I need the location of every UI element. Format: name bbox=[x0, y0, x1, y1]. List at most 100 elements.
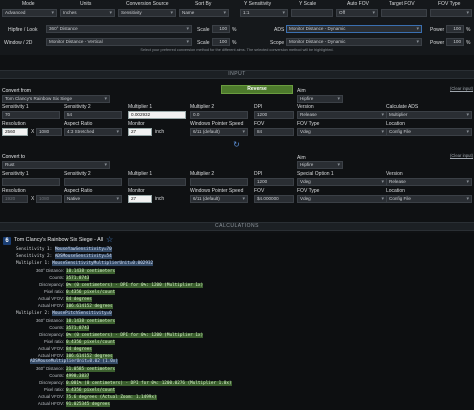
to-mult1-label: Multiplier 1 bbox=[128, 171, 153, 177]
from-mult2-label: Multiplier 2 bbox=[190, 104, 215, 110]
window-scale-label: Scale bbox=[197, 40, 210, 46]
from-aim-select[interactable]: Hipfire bbox=[297, 95, 343, 103]
from-monitor-input[interactable]: 27 bbox=[128, 128, 152, 136]
percent-sign: % bbox=[466, 27, 471, 33]
window-method-select[interactable]: Monitor Distance - Vertical bbox=[46, 38, 192, 46]
reverse-button[interactable]: Reverse bbox=[221, 85, 293, 94]
calc-mult1-value: MouseSensitivityMultiplierUnit=0.002932 bbox=[52, 261, 154, 266]
mult1-detail-row: Actual VFOV: 84 degrees bbox=[30, 296, 92, 302]
to-game-select[interactable]: Rust bbox=[2, 161, 110, 169]
ads-method-select[interactable]: Monitor Distance - Dynamic bbox=[286, 25, 422, 33]
to-monitor-label: Monitor bbox=[128, 188, 145, 194]
conversion-source-select[interactable]: Sensitivity bbox=[118, 9, 176, 17]
mult2-detail-value: 3571.8743 bbox=[66, 326, 90, 331]
to-aspect-select[interactable]: Native bbox=[64, 195, 122, 203]
from-fov-input[interactable]: 84 bbox=[254, 128, 294, 136]
to-fov-input[interactable]: $4.000000 bbox=[254, 195, 294, 203]
from-sens2-label: Sensitivity 2 bbox=[64, 104, 91, 110]
calc-mult1-label: Multiplier 1: bbox=[16, 261, 50, 266]
from-version-select[interactable]: Release bbox=[297, 111, 387, 119]
to-dpi-label: DPI bbox=[254, 171, 263, 177]
calculations-panel: 6 Tom Clancy's Rainbow Six Siege - All ☆… bbox=[0, 233, 474, 410]
mult1-detail-row: Counts: 3571.8743 bbox=[30, 275, 90, 281]
from-aspect-label: Aspect Ratio bbox=[64, 121, 93, 127]
scope-power-input[interactable]: 100 bbox=[446, 38, 464, 46]
input-section-header: INPUT bbox=[0, 70, 474, 79]
scope-method-select[interactable]: Monitor Distance - Dynamic bbox=[286, 38, 422, 46]
mult1-detail-label: Discrepancy: bbox=[39, 282, 64, 287]
auto-fov-header: Auto FOV bbox=[347, 1, 369, 7]
from-calcads-select[interactable]: Multiplier bbox=[386, 111, 472, 119]
hipfire-method-select[interactable]: 360° Distance bbox=[46, 25, 192, 33]
from-res-width-input[interactable]: 2560 bbox=[2, 128, 28, 136]
ads-detail-value: 75.6 degrees (Actual Zoom: 1.1499x) bbox=[66, 395, 157, 400]
calculations-section-header: CALCULATIONS bbox=[0, 222, 474, 231]
to-version-label: Version bbox=[386, 171, 403, 177]
ads-detail-row: Actual HFOV: 91.025345 degrees bbox=[30, 401, 110, 407]
game-logo-icon: 6 bbox=[3, 237, 11, 245]
clear-output-link[interactable]: (Clear input) bbox=[450, 153, 473, 158]
mult1-detail-value: 84 degrees bbox=[66, 297, 92, 302]
mult2-detail-value: 0.4356 pixels/count bbox=[66, 340, 116, 345]
to-location-select[interactable]: Config File bbox=[386, 195, 472, 203]
from-dpi-input[interactable]: 1200 bbox=[254, 111, 294, 119]
hipfire-label: Hipfire / Look bbox=[8, 27, 38, 33]
from-sens2-input[interactable]: 54 bbox=[64, 111, 122, 119]
to-wps-select[interactable]: 6/11 (default) bbox=[190, 195, 248, 203]
from-wps-label: Windows Pointer Speed bbox=[190, 121, 244, 127]
convert-to-heading: Convert to bbox=[2, 154, 26, 160]
fov-type-header: FOV Type bbox=[438, 1, 461, 7]
fov-type-select[interactable] bbox=[430, 9, 472, 17]
swap-icon[interactable]: ↻ bbox=[232, 140, 241, 149]
from-mult2-input[interactable]: 0.0 bbox=[190, 111, 248, 119]
auto-fov-select[interactable]: Off bbox=[336, 9, 378, 17]
to-special-select[interactable]: Vdeg bbox=[297, 178, 387, 186]
to-monitor-unit: inch bbox=[155, 196, 165, 202]
conversion-source-header: Conversion Source bbox=[126, 1, 169, 7]
ads-power-input[interactable]: 100 bbox=[446, 25, 464, 33]
to-res-width-input[interactable]: 1920 bbox=[2, 195, 28, 203]
from-mult1-input[interactable]: 0.002932 bbox=[128, 111, 186, 119]
from-location-select[interactable]: Config File bbox=[386, 128, 472, 136]
mult1-detail-row: Actual HFOV: 106.614152 degrees bbox=[30, 303, 113, 309]
to-sens1-label: Sensitivity 1 bbox=[2, 171, 29, 177]
clear-input-link[interactable]: (Clear input) bbox=[450, 86, 473, 91]
mult2-detail-label: Counts: bbox=[49, 325, 64, 330]
window-scale-input[interactable]: 100 bbox=[212, 38, 230, 46]
y-scale-header: Y Scale bbox=[299, 1, 317, 7]
favorite-star-icon[interactable]: ☆ bbox=[106, 235, 113, 244]
mult1-detail-label: Actual VFOV: bbox=[38, 296, 64, 301]
mult1-detail-label: Actual HFOV: bbox=[37, 303, 64, 308]
y-sensitivity-select[interactable]: 1:1 bbox=[240, 9, 288, 17]
mult1-detail-label: Counts: bbox=[49, 275, 64, 280]
to-fovtype-label: FOV Type bbox=[297, 188, 320, 194]
to-aim-select[interactable]: Hipfire bbox=[297, 161, 343, 169]
to-monitor-input[interactable]: 27 bbox=[128, 195, 152, 203]
from-wps-select[interactable]: 6/11 (default) bbox=[190, 128, 248, 136]
from-sens1-input[interactable]: 70 bbox=[2, 111, 60, 119]
mode-select[interactable]: Advanced bbox=[2, 9, 57, 17]
calc-sens1-value: MouseYawSensitivity=70 bbox=[54, 247, 112, 252]
to-res-height-input[interactable]: 1080 bbox=[36, 195, 62, 203]
calc-game-title: Tom Clancy's Rainbow Six Siege - All bbox=[14, 237, 104, 243]
from-res-label: Resolution bbox=[2, 121, 26, 127]
percent-sign: % bbox=[232, 27, 237, 33]
from-res-height-input[interactable]: 1080 bbox=[36, 128, 62, 136]
from-sens1-label: Sensitivity 1 bbox=[2, 104, 29, 110]
y-scale-input[interactable] bbox=[291, 9, 333, 17]
from-game-select[interactable]: Tom Clancy's Rainbow Six Siege bbox=[2, 95, 110, 103]
sort-by-select[interactable]: Name bbox=[179, 9, 229, 17]
ads-detail-value: 21.0585 centimeters bbox=[66, 367, 116, 372]
from-aspect-select[interactable]: 4:3 Stretched bbox=[64, 128, 122, 136]
from-fovtype-select[interactable]: Vdeg bbox=[297, 128, 387, 136]
sort-by-header: Sort By bbox=[195, 1, 212, 7]
to-fovtype-select[interactable]: Vdeg bbox=[297, 195, 387, 203]
units-select[interactable]: Inches bbox=[60, 9, 115, 17]
hipfire-scale-input[interactable]: 100 bbox=[212, 25, 230, 33]
calc-mult2-label: Multiplier 2: bbox=[16, 311, 50, 316]
mult2-detail-row: Discrepancy: 0% (0 centimeters) - DPI for… bbox=[30, 332, 204, 338]
to-dpi-input[interactable]: 1200 bbox=[254, 178, 294, 186]
target-fov-input[interactable] bbox=[381, 9, 427, 17]
to-version-select[interactable]: Release bbox=[386, 178, 472, 186]
hipfire-scale-label: Scale bbox=[197, 27, 210, 33]
